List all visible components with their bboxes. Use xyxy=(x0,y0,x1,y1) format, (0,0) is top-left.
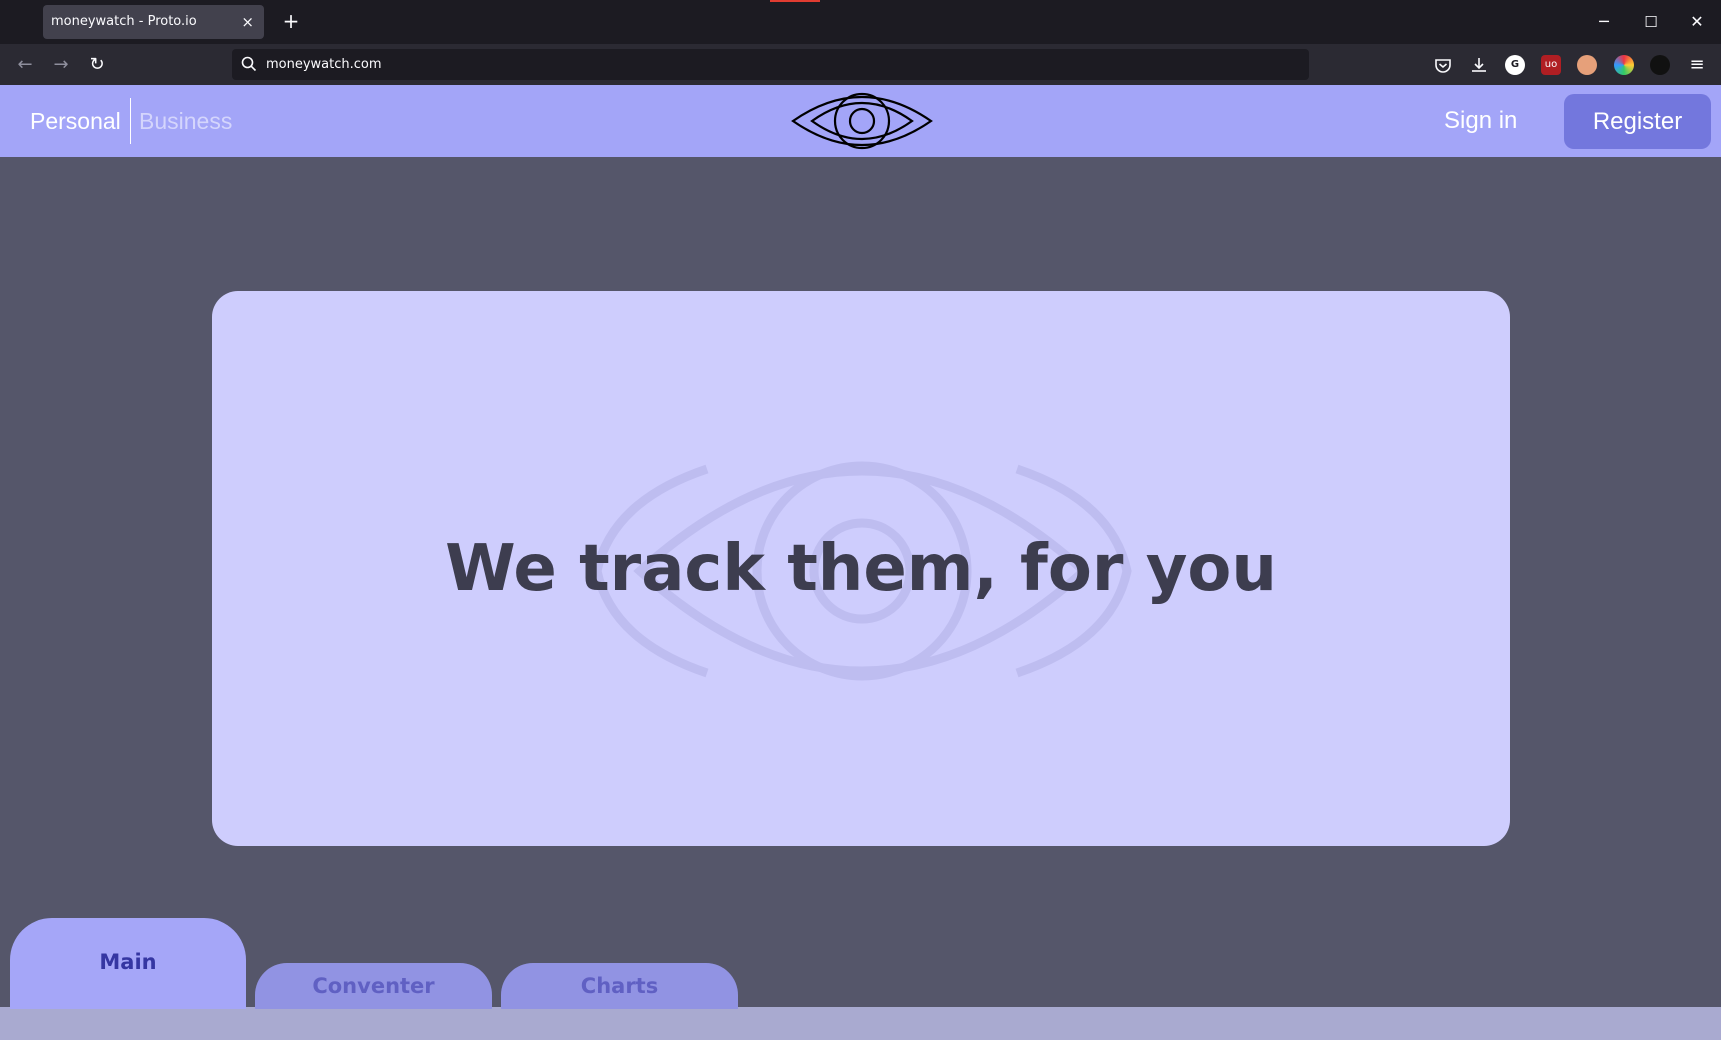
tab-conventer[interactable]: Conventer xyxy=(255,963,492,1009)
maximize-button[interactable]: ☐ xyxy=(1636,8,1666,36)
tab-main[interactable]: Main xyxy=(10,918,246,1009)
browser-navbar: ← → ↻ moneywatch.com G uo ≡ xyxy=(0,44,1721,85)
eye-logo-icon[interactable] xyxy=(790,91,934,151)
cookie-extension-icon[interactable] xyxy=(1577,55,1597,75)
download-icon[interactable] xyxy=(1469,55,1489,75)
reload-icon[interactable]: ↻ xyxy=(82,50,112,80)
tab-close-icon[interactable]: × xyxy=(241,5,254,39)
nav-business[interactable]: Business xyxy=(139,85,232,157)
search-icon xyxy=(241,56,257,72)
back-icon[interactable]: ← xyxy=(10,50,40,80)
tab-title: moneywatch - Proto.io xyxy=(51,14,197,29)
close-window-button[interactable]: ✕ xyxy=(1682,8,1712,36)
hero-headline: We track them, for you xyxy=(445,531,1277,606)
vk-extension-icon[interactable] xyxy=(1614,55,1634,75)
tab-charts[interactable]: Charts xyxy=(501,963,738,1009)
pocket-icon[interactable] xyxy=(1433,55,1453,75)
minimize-button[interactable]: ─ xyxy=(1589,8,1619,36)
forward-icon[interactable]: → xyxy=(46,50,76,80)
site-header: Personal Business Sign in Register xyxy=(0,85,1721,157)
menu-icon[interactable]: ≡ xyxy=(1682,50,1712,80)
url-bar[interactable]: moneywatch.com xyxy=(232,49,1309,80)
extension-icon[interactable] xyxy=(1650,55,1670,75)
tabs-strip xyxy=(0,1007,1721,1040)
browser-tabbar: moneywatch - Proto.io × + ─ ☐ ✕ xyxy=(0,0,1721,44)
grammarly-extension-icon[interactable]: G xyxy=(1505,55,1525,75)
url-text: moneywatch.com xyxy=(266,57,382,72)
hero-card: We track them, for you xyxy=(212,291,1510,846)
nav-divider xyxy=(130,98,131,144)
new-tab-button[interactable]: + xyxy=(276,6,306,36)
tabbar-accent xyxy=(770,0,820,2)
ublock-extension-icon[interactable]: uo xyxy=(1541,55,1561,75)
sign-in-link[interactable]: Sign in xyxy=(1444,85,1517,157)
register-button[interactable]: Register xyxy=(1564,94,1711,149)
nav-personal[interactable]: Personal xyxy=(30,85,121,157)
browser-tab[interactable]: moneywatch - Proto.io × xyxy=(43,5,264,39)
